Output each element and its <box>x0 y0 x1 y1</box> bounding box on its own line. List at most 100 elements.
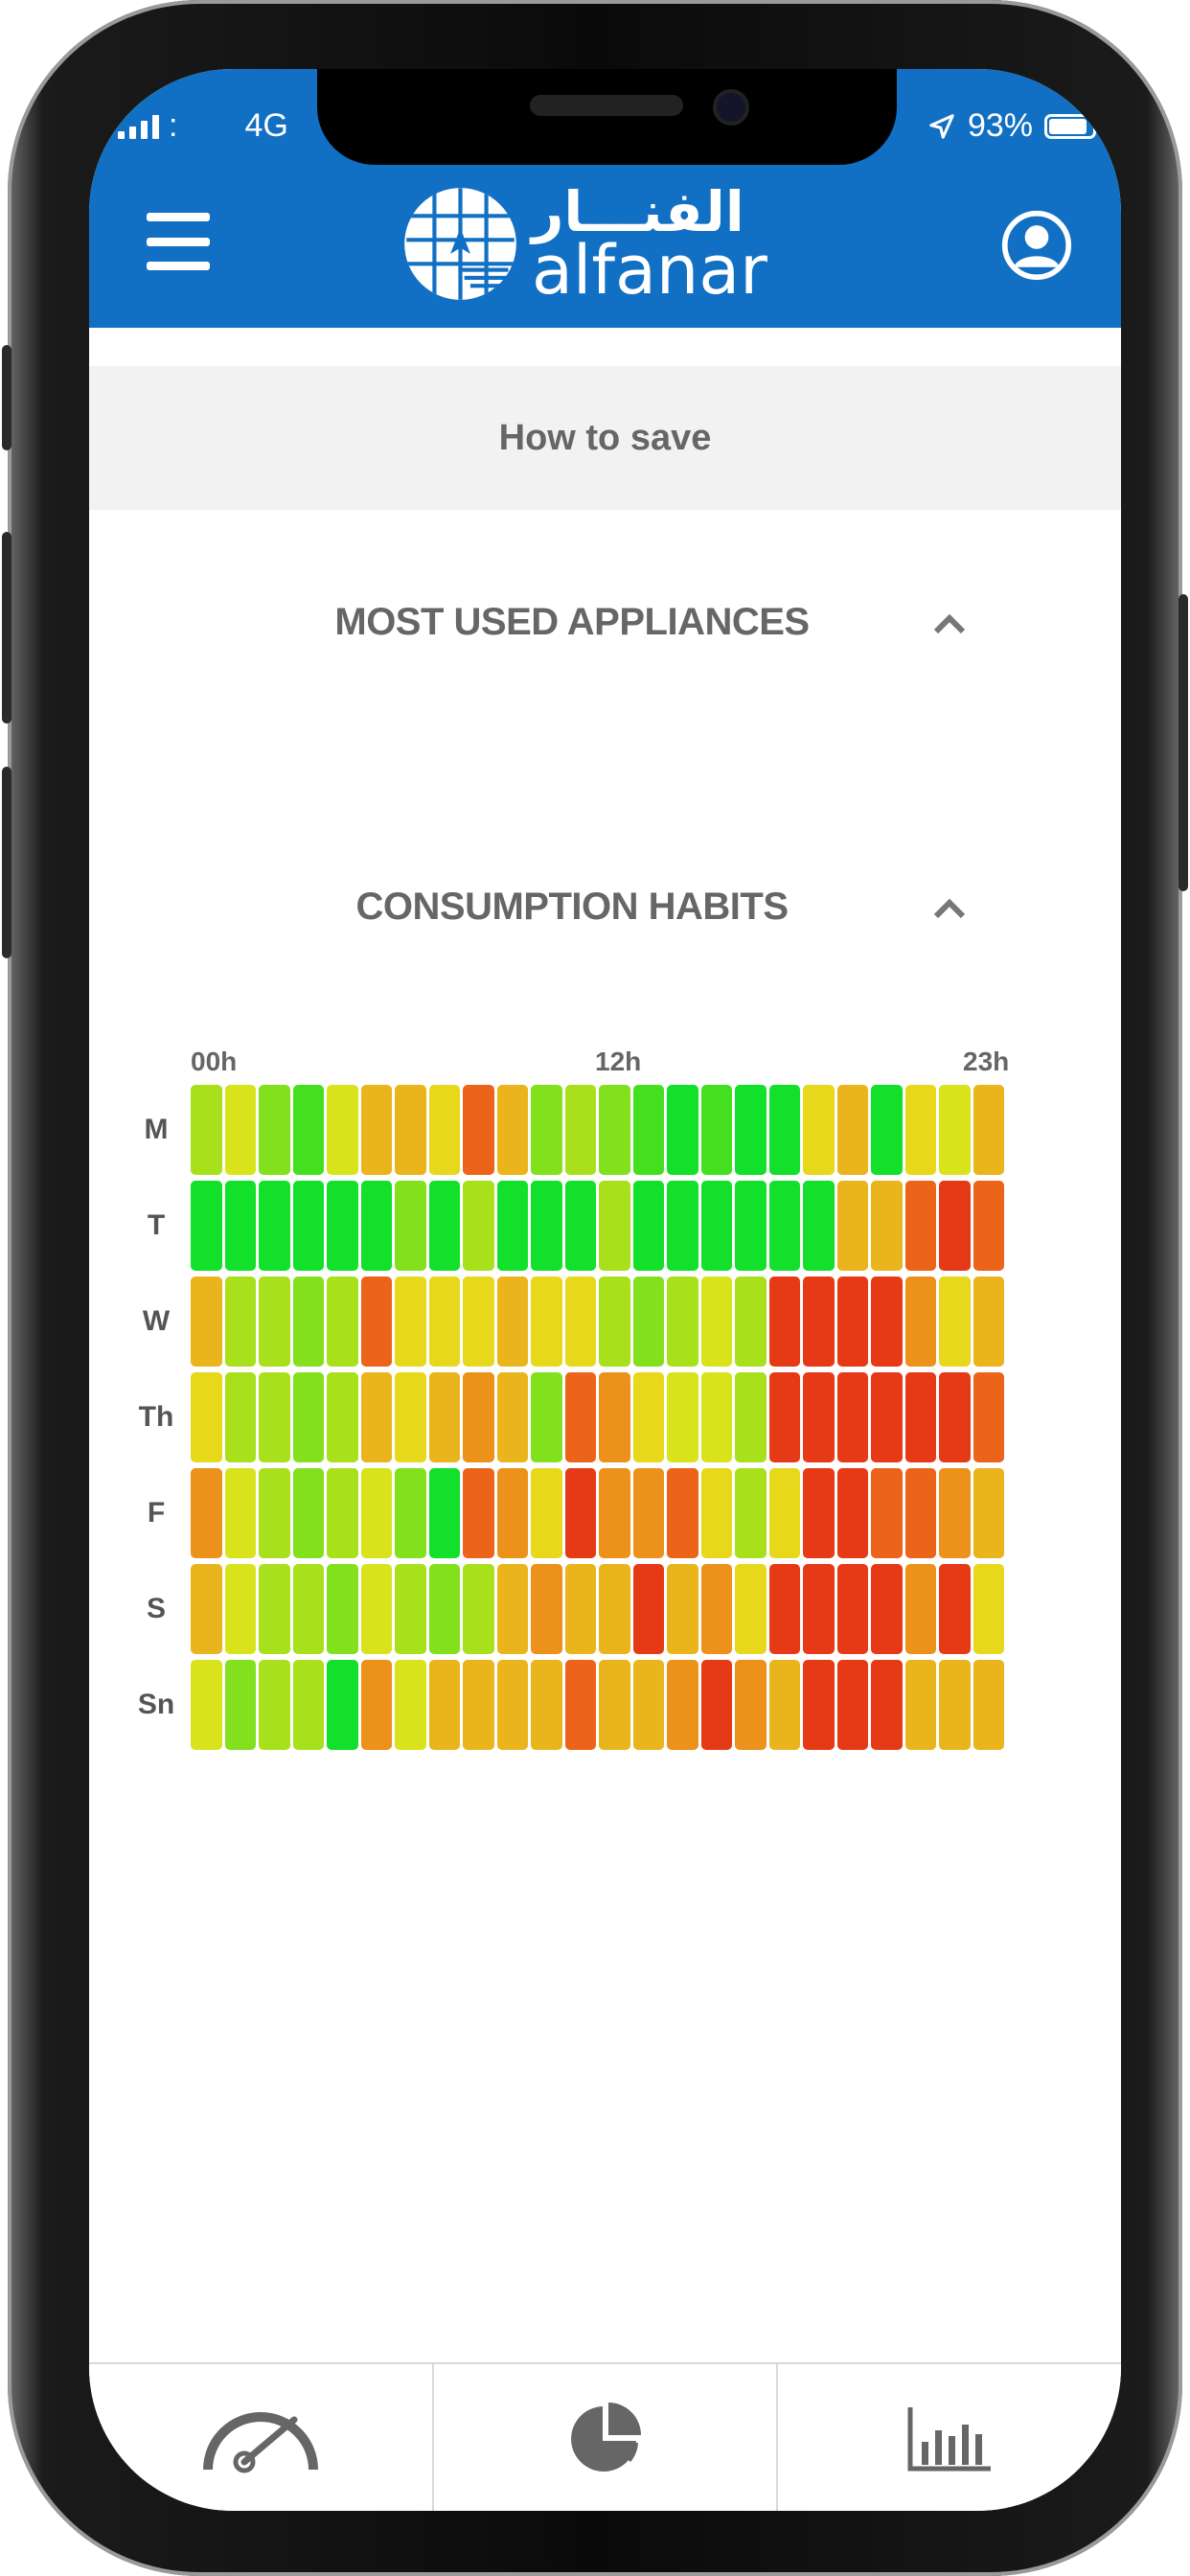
heatmap-cell <box>259 1372 290 1462</box>
heatmap-cell <box>428 1468 460 1558</box>
heatmap-cell <box>259 1276 290 1367</box>
heatmap-cell <box>292 1660 324 1750</box>
heatmap-cell <box>564 1564 596 1654</box>
accordion-most-used-appliances[interactable]: MOST USED APPLIANCES <box>89 591 1121 658</box>
hour-label: 00h <box>191 1046 238 1076</box>
heatmap-cell <box>463 1660 494 1750</box>
signal-icon <box>118 114 159 139</box>
heatmap-cell <box>973 1468 1004 1558</box>
heatmap-cell <box>632 1276 664 1367</box>
heatmap-cell <box>939 1660 971 1750</box>
heatmap-cell <box>768 1181 800 1271</box>
hour-label: 12h <box>595 1046 642 1076</box>
heatmap-cell <box>735 1660 767 1750</box>
heatmap-cell <box>496 1372 528 1462</box>
heatmap-cell <box>871 1085 903 1175</box>
heatmap-cell <box>428 1276 460 1367</box>
speaker <box>530 95 683 116</box>
heatmap-cell <box>700 1468 732 1558</box>
side-button <box>1179 594 1188 891</box>
heatmap-cell <box>768 1372 800 1462</box>
accordion-title: CONSUMPTION HABITS <box>355 886 790 928</box>
day-label: S <box>146 1593 166 1624</box>
heatmap-cell <box>564 1660 596 1750</box>
heatmap-cell <box>735 1181 767 1271</box>
heatmap-cell <box>292 1372 324 1462</box>
heatmap-cell <box>191 1276 222 1367</box>
heatmap-cell <box>327 1085 358 1175</box>
heatmap-cell <box>531 1085 562 1175</box>
heatmap-cell <box>836 1181 868 1271</box>
heatmap-cell <box>871 1181 903 1271</box>
heatmap-cell <box>463 1181 494 1271</box>
phone-frame: : 4G 93% الفنـــار alfanar How to save M… <box>2 0 1188 2576</box>
heatmap-cell <box>939 1372 971 1462</box>
profile-button[interactable] <box>1000 209 1073 282</box>
heatmap-cell <box>531 1372 562 1462</box>
heatmap-cell <box>904 1564 936 1654</box>
heatmap-cell <box>836 1085 868 1175</box>
heatmap-cell <box>667 1660 698 1750</box>
menu-bar <box>147 237 210 246</box>
accordion-consumption-habits[interactable]: CONSUMPTION HABITS <box>89 876 1121 943</box>
heatmap-cell <box>360 1468 392 1558</box>
heatmap-cell <box>599 1085 630 1175</box>
nav-item-breakdown[interactable] <box>431 2364 777 2511</box>
carrier-text: : <box>169 107 178 144</box>
heatmap-cell <box>191 1372 222 1462</box>
heatmap-cell <box>700 1276 732 1367</box>
heatmap-cell <box>599 1468 630 1558</box>
heatmap-cell <box>292 1085 324 1175</box>
heatmap-cell <box>531 1468 562 1558</box>
heatmap-cell <box>700 1660 732 1750</box>
heatmap-cell <box>803 1372 835 1462</box>
heatmap-cell <box>191 1181 222 1271</box>
day-label: F <box>147 1497 166 1529</box>
menu-button[interactable] <box>147 213 210 270</box>
heatmap-cell <box>531 1276 562 1367</box>
heatmap-cell <box>632 1564 664 1654</box>
network-type: 4G <box>244 107 288 144</box>
heatmap-cell <box>259 1468 290 1558</box>
speedometer-icon <box>202 2411 318 2472</box>
side-button <box>2 767 11 958</box>
heatmap-cell <box>871 1468 903 1558</box>
heatmap-cell <box>463 1564 494 1654</box>
heatmap-cell <box>904 1372 936 1462</box>
heatmap-cell <box>292 1276 324 1367</box>
heatmap-cell <box>428 1181 460 1271</box>
heatmap-cell <box>292 1564 324 1654</box>
heatmap-cell <box>803 1660 835 1750</box>
heatmap-cell <box>599 1276 630 1367</box>
heatmap-cell <box>700 1564 732 1654</box>
heatmap-cell <box>327 1564 358 1654</box>
heatmap-cell <box>428 1085 460 1175</box>
hour-label: 23h <box>963 1046 1010 1076</box>
heatmap-cell <box>531 1181 562 1271</box>
brand-logo: الفنـــار alfanar <box>400 176 803 310</box>
heatmap-cell <box>463 1468 494 1558</box>
side-button <box>2 345 11 450</box>
heatmap-cell <box>327 1468 358 1558</box>
heatmap-cell <box>259 1085 290 1175</box>
heatmap-cell <box>463 1085 494 1175</box>
heatmap-cell <box>632 1660 664 1750</box>
heatmap-cell <box>395 1181 426 1271</box>
heatmap-cell <box>939 1181 971 1271</box>
location-arrow-icon <box>929 113 954 139</box>
heatmap-cell <box>191 1564 222 1654</box>
nav-item-dashboard[interactable] <box>89 2364 432 2511</box>
chevron-up-icon <box>933 613 966 634</box>
heatmap-cell <box>632 1181 664 1271</box>
heatmap-cell <box>667 1468 698 1558</box>
day-label: M <box>144 1114 169 1145</box>
heatmap-cell <box>735 1085 767 1175</box>
heatmap-cell <box>564 1181 596 1271</box>
heatmap-cell <box>259 1660 290 1750</box>
bottom-navigation <box>89 2362 1121 2511</box>
heatmap-cell <box>700 1372 732 1462</box>
heatmap-cell <box>803 1564 835 1654</box>
heatmap-cell <box>700 1181 732 1271</box>
heatmap-cell <box>224 1468 256 1558</box>
nav-item-statistics[interactable] <box>776 2364 1121 2511</box>
